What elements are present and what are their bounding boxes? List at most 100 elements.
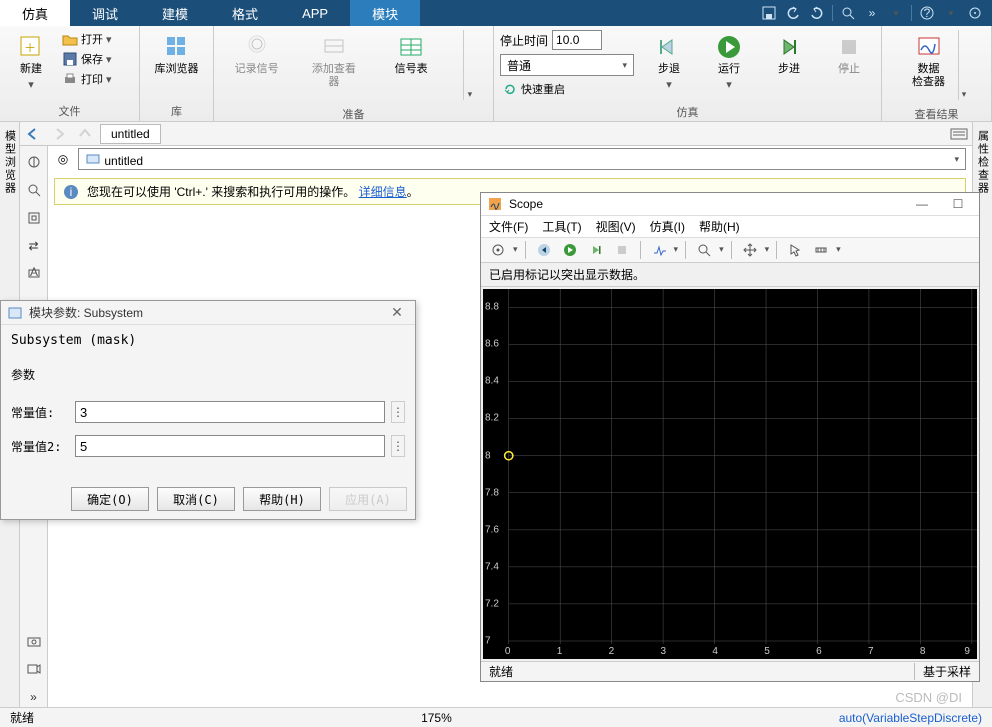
fullscreen-icon[interactable] bbox=[964, 2, 986, 24]
open-button[interactable]: 打开▾ bbox=[60, 30, 114, 48]
undo-icon[interactable] bbox=[782, 2, 804, 24]
scope-autoscale-icon[interactable] bbox=[739, 239, 761, 261]
cancel-button[interactable]: 取消(C) bbox=[157, 487, 235, 511]
signal-table-button[interactable]: 信号表 bbox=[386, 30, 436, 80]
xtick: 5 bbox=[764, 646, 770, 657]
info-link[interactable]: 详细信息 bbox=[359, 185, 407, 199]
const2-input[interactable] bbox=[75, 435, 385, 457]
sim-group-label: 仿真 bbox=[494, 102, 881, 122]
new-button[interactable]: ＋ 新建 ▾ bbox=[6, 30, 56, 96]
tab-app[interactable]: APP bbox=[280, 0, 350, 26]
xtick: 0 bbox=[505, 646, 511, 657]
mask-label: Subsystem (mask) bbox=[11, 333, 405, 348]
open-label: 打开 bbox=[81, 31, 103, 47]
const1-expand[interactable]: ⋮ bbox=[391, 401, 405, 423]
scope-measure-icon[interactable] bbox=[810, 239, 832, 261]
signal-table-label: 信号表 bbox=[395, 63, 428, 76]
scope-minimize-button[interactable]: — bbox=[907, 197, 937, 211]
scope-settings-icon[interactable] bbox=[487, 239, 509, 261]
apply-button[interactable]: 应用(A) bbox=[329, 487, 407, 511]
breadcrumb[interactable]: untitled bbox=[100, 124, 161, 144]
screenshot-icon[interactable] bbox=[24, 631, 44, 651]
stop-time-input[interactable] bbox=[552, 30, 602, 50]
step-back-button[interactable]: 步退▾ bbox=[644, 30, 694, 96]
results-expand[interactable]: ▾ bbox=[958, 30, 970, 100]
scope-message: 已启用标记以突出显示数据。 bbox=[481, 263, 979, 287]
sim-mode-combo[interactable]: 普通▾ bbox=[500, 54, 634, 76]
scope-toolbar: ▾ ▾ ▾ ▾ ▾ bbox=[481, 238, 979, 263]
help-button[interactable]: 帮助(H) bbox=[243, 487, 321, 511]
fit-to-view-icon[interactable] bbox=[24, 208, 44, 228]
scope-run-icon[interactable] bbox=[559, 239, 581, 261]
add-viewer-button[interactable]: 添加查看器 bbox=[309, 30, 359, 93]
scope-menu-help[interactable]: 帮助(H) bbox=[699, 218, 740, 235]
save-button[interactable]: 保存▾ bbox=[60, 50, 114, 68]
save-icon[interactable] bbox=[758, 2, 780, 24]
tab-format[interactable]: 格式 bbox=[210, 0, 280, 26]
nav-up-button[interactable] bbox=[72, 123, 98, 145]
scope-menu-file[interactable]: 文件(F) bbox=[489, 218, 528, 235]
xtick: 2 bbox=[609, 646, 615, 657]
scope-menu-tools[interactable]: 工具(T) bbox=[542, 218, 581, 235]
scope-cursor-icon[interactable] bbox=[784, 239, 806, 261]
nav-forward-button[interactable] bbox=[46, 123, 72, 145]
prepare-expand[interactable]: ▾ bbox=[463, 30, 475, 100]
scope-stepback-icon[interactable] bbox=[533, 239, 555, 261]
scope-maximize-button[interactable]: ☐ bbox=[943, 197, 973, 211]
ok-button[interactable]: 确定(O) bbox=[71, 487, 149, 511]
zoom-fit-icon[interactable] bbox=[24, 180, 44, 200]
ytick: 7.2 bbox=[485, 598, 499, 609]
ytick: 7 bbox=[485, 635, 491, 646]
tab-block[interactable]: 模块 bbox=[350, 0, 420, 26]
xtick: 1 bbox=[557, 646, 563, 657]
annotation-icon[interactable]: A bbox=[24, 264, 44, 284]
const1-input[interactable] bbox=[75, 401, 385, 423]
ytick: 7.6 bbox=[485, 524, 499, 535]
hide-browser-icon[interactable] bbox=[24, 152, 44, 172]
file-group-label: 文件 bbox=[0, 101, 139, 121]
fast-restart-button[interactable]: 快速重启 bbox=[500, 80, 634, 98]
tab-modeling[interactable]: 建模 bbox=[140, 0, 210, 26]
data-inspector-button[interactable]: 数据 检查器 bbox=[904, 30, 954, 93]
run-button[interactable]: 运行▾ bbox=[704, 30, 754, 96]
toggle-perspective-icon[interactable]: ⇄ bbox=[24, 236, 44, 256]
record-icon[interactable] bbox=[24, 659, 44, 679]
keyboard-icon[interactable] bbox=[946, 123, 972, 145]
scope-zoom-icon[interactable] bbox=[693, 239, 715, 261]
help-icon[interactable]: ? bbox=[916, 2, 938, 24]
model-address-combo[interactable]: untitled ▾ bbox=[78, 148, 966, 170]
dialog-close-button[interactable]: ✕ bbox=[385, 304, 409, 321]
nav-back-button[interactable] bbox=[20, 123, 46, 145]
redo-icon[interactable] bbox=[806, 2, 828, 24]
add-viewer-label: 添加查看器 bbox=[311, 63, 357, 89]
status-solver[interactable]: auto(VariableStepDiscrete) bbox=[829, 711, 992, 725]
tab-debug[interactable]: 调试 bbox=[70, 0, 140, 26]
log-signal-button[interactable]: 记录信号 bbox=[232, 30, 282, 80]
ytick: 8 bbox=[485, 450, 491, 461]
model-target-icon[interactable]: ◎ bbox=[54, 152, 72, 166]
scope-stepfwd-icon[interactable] bbox=[585, 239, 607, 261]
step-forward-button[interactable]: 步进 bbox=[764, 30, 814, 80]
xtick: 7 bbox=[868, 646, 874, 657]
library-browser-button[interactable]: 库浏览器 bbox=[152, 30, 202, 80]
expand-strip-icon[interactable]: » bbox=[24, 687, 44, 707]
stop-label: 停止 bbox=[838, 63, 860, 76]
tab-simulation[interactable]: 仿真 bbox=[0, 0, 70, 26]
info-icon: i bbox=[63, 184, 79, 200]
more-icon[interactable]: » bbox=[861, 2, 883, 24]
scope-stop-icon[interactable] bbox=[611, 239, 633, 261]
status-ready: 就绪 bbox=[0, 709, 44, 726]
help-dropdown[interactable]: ▾ bbox=[940, 2, 962, 24]
svg-text:i: i bbox=[70, 185, 73, 199]
status-bar: 就绪 175% auto(VariableStepDiscrete) bbox=[0, 707, 992, 727]
more-dropdown[interactable]: ▾ bbox=[885, 2, 907, 24]
const2-expand[interactable]: ⋮ bbox=[391, 435, 405, 457]
print-button[interactable]: 打印▾ bbox=[60, 70, 114, 88]
search-icon[interactable] bbox=[837, 2, 859, 24]
scope-plot-area[interactable]: 8.8 8.6 8.4 8.2 8 7.8 7.6 7.4 7.2 7 0 1 … bbox=[483, 289, 977, 660]
stop-button[interactable]: 停止 bbox=[824, 30, 874, 80]
scope-menu-sim[interactable]: 仿真(I) bbox=[650, 218, 685, 235]
scope-trigger-icon[interactable] bbox=[648, 239, 670, 261]
scope-menu-view[interactable]: 视图(V) bbox=[596, 218, 636, 235]
main-tab-bar: 仿真 调试 建模 格式 APP 模块 » ▾ ? ▾ bbox=[0, 0, 992, 26]
